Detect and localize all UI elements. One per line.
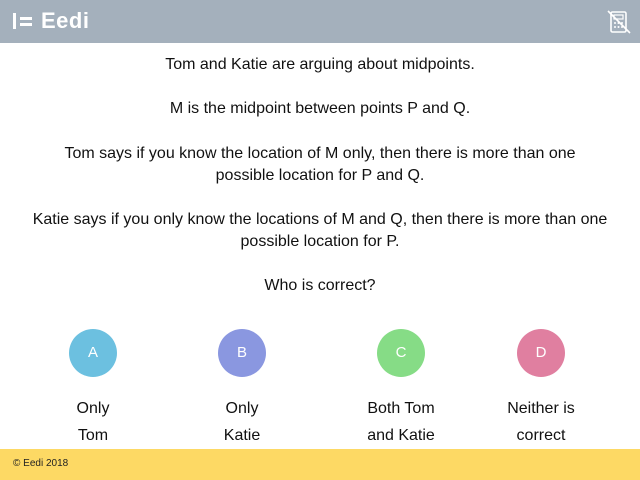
- question-prompt: Who is correct?: [264, 277, 376, 294]
- option-d-line-1: Neither is: [507, 400, 575, 417]
- calculator-crossed-icon: [607, 10, 631, 34]
- logo-mark-icon: [13, 11, 33, 31]
- question-text: Tom and Katie are arguing about midpoint…: [0, 54, 640, 319]
- option-c-line-1: Both Tom: [367, 400, 435, 417]
- option-c-badge[interactable]: C: [377, 329, 425, 377]
- footer-bar: © Eedi 2018: [0, 449, 640, 480]
- top-bar: Eedi: [0, 0, 640, 43]
- option-a-line-1: Only: [76, 400, 110, 417]
- question-line-4: Katie says if you only know the location…: [32, 211, 608, 250]
- option-d-label: Neither is correct: [481, 395, 601, 449]
- question-line-3: Tom says if you know the location of M o…: [64, 145, 576, 184]
- option-a-badge[interactable]: A: [69, 329, 117, 377]
- option-a-label: Only Tom: [33, 395, 153, 449]
- question-line-1: Tom and Katie are arguing about midpoint…: [165, 56, 475, 73]
- option-a-line-2: Tom: [77, 427, 109, 444]
- eedi-logo: Eedi: [13, 8, 89, 34]
- option-b-line-1: Only: [225, 400, 259, 417]
- option-d-badge[interactable]: D: [517, 329, 565, 377]
- option-c-line-2: and Katie: [367, 427, 435, 444]
- option-b-label: Only Katie: [182, 395, 302, 449]
- option-b[interactable]: B Only Katie: [182, 329, 302, 449]
- option-d[interactable]: D Neither is correct: [481, 329, 601, 449]
- option-d-line-2: correct: [516, 427, 566, 444]
- option-c[interactable]: C Both Tom and Katie: [341, 329, 461, 449]
- option-a[interactable]: A Only Tom: [33, 329, 153, 449]
- option-b-badge[interactable]: B: [218, 329, 266, 377]
- brand-name: Eedi: [41, 8, 90, 33]
- option-c-label: Both Tom and Katie: [341, 395, 461, 449]
- question-line-2: M is the midpoint between points P and Q…: [169, 100, 471, 117]
- copyright-text: © Eedi 2018: [13, 458, 69, 469]
- option-b-line-2: Katie: [223, 427, 261, 444]
